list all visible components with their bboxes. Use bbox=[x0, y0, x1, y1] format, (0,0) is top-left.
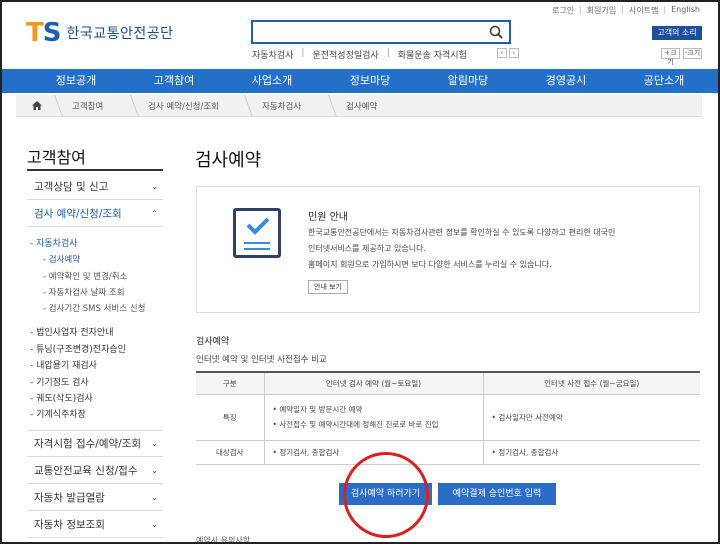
sidebar-sub-tuning[interactable]: - 튜닝(구조변경)전자승인 bbox=[30, 342, 126, 355]
table-header: 인터넷 사전 접수 (월~금요일) bbox=[482, 371, 700, 395]
sidebar-item-issue[interactable]: 자동차 발급열람 ⌄ bbox=[27, 484, 163, 511]
utility-links: 로그인 | 회원가입 | 사이트맵 | English bbox=[552, 5, 700, 16]
sidebar-sub-pressure-vessel[interactable]: - 내압용기 재검사 bbox=[30, 358, 97, 371]
approval-number-button[interactable]: 예약결제 승인번호 입력 bbox=[438, 483, 556, 505]
nav-customer[interactable]: 고객참여 bbox=[125, 69, 223, 93]
zoom-out-button[interactable]: -크기 bbox=[683, 48, 702, 59]
quick-link-car-inspection[interactable]: 자동차검사 bbox=[252, 48, 293, 61]
chevron-down-icon: ⌄ bbox=[151, 492, 158, 502]
sidebar-item-consultation[interactable]: 고객상담 및 신고 ⌄ bbox=[27, 173, 163, 200]
quick-link-aptitude-test[interactable]: 운전적성정밀검사 bbox=[312, 48, 378, 61]
comparison-table: 구분 인터넷 검사 예약 (월~토요일) 인터넷 사전 접수 (월~금요일) 특… bbox=[196, 371, 700, 465]
breadcrumb-item[interactable]: 고객참여 bbox=[58, 95, 134, 117]
breadcrumb-current: 검사예약 bbox=[332, 95, 385, 117]
sidebar-item-car-info[interactable]: 자동차 정보조회 ⌄ bbox=[27, 511, 163, 538]
quick-next-button[interactable]: › bbox=[508, 48, 519, 58]
section-subtitle: 인터넷 예약 및 인터넷 사전접수 비교 bbox=[196, 355, 327, 365]
header: TS 한국교통안전공단 자동차검사 | 운전적성정밀검사 | 화물운송 자격시험… bbox=[0, 0, 720, 68]
nav-info-hub[interactable]: 정보마당 bbox=[321, 69, 419, 93]
info-box: 민원 안내 한국교통안전공단에서는 자동차검사관련 정보를 확인하실 수 있도록… bbox=[196, 186, 700, 313]
home-icon[interactable] bbox=[16, 95, 58, 117]
info-title: 민원 안내 bbox=[308, 212, 348, 223]
chevron-down-icon: ⌄ bbox=[151, 181, 158, 191]
sidebar-item-education[interactable]: 교통안전교육 신청/접수 ⌄ bbox=[27, 457, 163, 484]
document-check-icon bbox=[233, 208, 281, 258]
nav-business[interactable]: 사업소개 bbox=[223, 69, 321, 93]
logo-mark: TS bbox=[26, 18, 61, 48]
english-link[interactable]: English bbox=[671, 5, 700, 16]
nav-about[interactable]: 공단소개 bbox=[615, 69, 713, 93]
sidebar-sub-car-inspection[interactable]: - 자동차검사 bbox=[30, 236, 78, 249]
sidebar-item-exam[interactable]: 자격시험 접수/예약/조회 ⌄ bbox=[27, 430, 163, 457]
quick-link-freight-exam[interactable]: 화물운송 자격시험 bbox=[398, 48, 467, 61]
logo-name: 한국교통안전공단 bbox=[66, 26, 174, 42]
table-header: 구분 bbox=[196, 371, 264, 395]
sidebar-sub-corporate[interactable]: - 법인사업자 전자안내 bbox=[30, 325, 114, 338]
sidebar-subsub-check[interactable]: - 예약확인 및 변경/취소 bbox=[43, 270, 127, 282]
quick-links: 자동차검사 | 운전적성정밀검사 | 화물운송 자격시험 ‹ › bbox=[252, 48, 519, 61]
guide-view-button[interactable]: 안내 보기 bbox=[308, 280, 348, 294]
section-title-cut: 예약시 유의사항 bbox=[196, 536, 251, 544]
signup-link[interactable]: 회원가입 bbox=[587, 5, 616, 16]
table-row: 대상검사 정기검사, 종합검사 정기검사, 종합검사 bbox=[196, 440, 700, 465]
sidebar-sub-instrument[interactable]: - 기기정도 검사 bbox=[30, 375, 89, 388]
chevron-down-icon: ⌄ bbox=[151, 519, 158, 529]
sidebar-item-inspection[interactable]: 검사 예약/신청/조회 ⌃ bbox=[27, 200, 163, 227]
breadcrumb-item[interactable]: 검사 예약/신청/조회 bbox=[134, 95, 248, 117]
nav-info-disclosure[interactable]: 정보공개 bbox=[27, 69, 125, 93]
nav-notices[interactable]: 알림마당 bbox=[419, 69, 517, 93]
chevron-up-icon: ⌃ bbox=[151, 208, 158, 218]
zoom-controls: +크기 -크기 bbox=[661, 48, 702, 66]
zoom-in-button[interactable]: +크기 bbox=[661, 48, 680, 66]
login-link[interactable]: 로그인 bbox=[552, 5, 574, 16]
sidebar-subsub-sms[interactable]: - 검사기간 SMS 서비스 신청 bbox=[43, 302, 145, 314]
sidebar-divider bbox=[27, 169, 163, 171]
table-header: 인터넷 검사 예약 (월~토요일) bbox=[263, 371, 483, 395]
breadcrumb: 고객참여 검사 예약/신청/조회 자동차검사 검사예약 bbox=[16, 95, 702, 117]
sitemap-link[interactable]: 사이트맵 bbox=[629, 5, 658, 16]
nav-management[interactable]: 경영공시 bbox=[517, 69, 615, 93]
breadcrumb-item[interactable]: 자동차검사 bbox=[248, 95, 332, 117]
sidebar-sub-track[interactable]: - 궤도(삭도)검사 bbox=[30, 391, 93, 404]
search-input[interactable] bbox=[251, 20, 511, 44]
highlight-circle bbox=[343, 452, 429, 538]
info-text: 한국교통안전공단에서는 자동차검사관련 정보를 확인하실 수 있도록 다양하고 … bbox=[308, 228, 616, 269]
sidebar-title: 고객참여 bbox=[27, 148, 86, 167]
customer-voice-button[interactable]: 고객의 소리 bbox=[652, 26, 702, 40]
sidebar-sub-parking[interactable]: - 기계식주차장 bbox=[30, 407, 86, 420]
sidebar-subsub-reserve[interactable]: - 검사예약 bbox=[43, 253, 80, 265]
section-title: 검사예약 bbox=[196, 337, 230, 347]
sidebar-subsub-date[interactable]: - 자동차검사 날짜 조회 bbox=[43, 286, 125, 298]
page-title: 검사예약 bbox=[195, 150, 262, 171]
quick-prev-button[interactable]: ‹ bbox=[496, 48, 507, 58]
chevron-down-icon: ⌄ bbox=[151, 465, 158, 475]
logo[interactable]: TS 한국교통안전공단 bbox=[26, 20, 174, 46]
table-row: 특징 예약일자 및 방문시간 예약사전접수 및 예약시간대에 정해진 진로로 바… bbox=[196, 394, 700, 441]
main-nav: 정보공개 고객참여 사업소개 정보마당 알림마당 경영공시 공단소개 bbox=[0, 69, 720, 93]
search-icon[interactable] bbox=[489, 25, 503, 39]
chevron-down-icon: ⌄ bbox=[151, 439, 158, 448]
